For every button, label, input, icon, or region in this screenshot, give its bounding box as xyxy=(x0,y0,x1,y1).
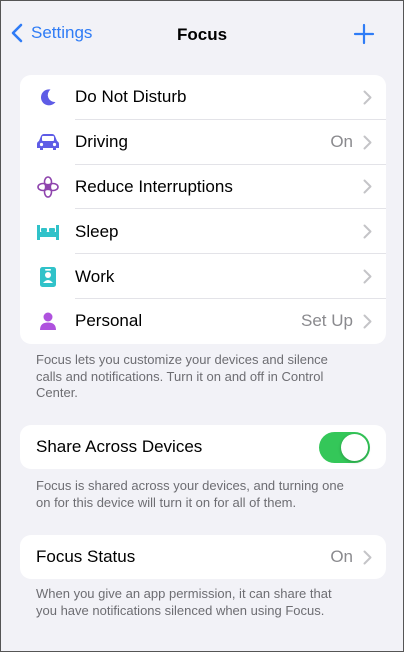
plus-icon xyxy=(353,23,375,45)
focus-status-label: Focus Status xyxy=(36,547,136,566)
focus-status-row[interactable]: Focus Status On xyxy=(20,535,386,579)
chevron-right-icon xyxy=(363,314,372,329)
focus-row-label: Personal xyxy=(75,311,143,331)
focus-row-personal[interactable]: Personal Set Up xyxy=(20,299,386,344)
share-across-devices-row: Share Across Devices xyxy=(20,425,386,469)
focus-row-driving[interactable]: Driving On xyxy=(20,120,386,165)
focus-row-label: Do Not Disturb xyxy=(75,87,187,107)
person-icon xyxy=(35,308,61,334)
chevron-right-icon xyxy=(363,550,372,565)
navigation-bar: Settings Focus xyxy=(1,1,403,71)
chevron-right-icon xyxy=(363,90,372,105)
chevron-right-icon xyxy=(363,179,372,194)
share-description: Focus is shared across your devices, and… xyxy=(36,478,344,510)
focus-row-label: Work xyxy=(75,266,115,286)
bed-icon xyxy=(35,219,61,245)
share-across-devices-label: Share Across Devices xyxy=(36,437,203,456)
focus-row-label: Reduce Interruptions xyxy=(75,176,233,196)
share-across-devices-toggle[interactable] xyxy=(319,431,370,463)
focus-row-sleep[interactable]: Sleep xyxy=(20,209,386,255)
car-icon xyxy=(35,129,61,155)
focus-description: Focus lets you customize your devices an… xyxy=(36,352,328,400)
focus-row-reduce-interruptions[interactable]: Reduce Interruptions xyxy=(20,165,386,210)
add-button[interactable] xyxy=(353,23,375,50)
focus-status-value: On xyxy=(330,547,353,566)
focus-row-label: Driving xyxy=(75,132,128,152)
focus-status-description: When you give an app permission, it can … xyxy=(36,586,332,618)
focus-row-value: On xyxy=(330,132,353,152)
focus-status-group: Focus Status On xyxy=(20,535,386,579)
focus-row-work[interactable]: Work xyxy=(20,254,386,299)
chevron-right-icon xyxy=(363,135,372,150)
chevron-right-icon xyxy=(363,224,372,239)
toggle-knob xyxy=(341,433,368,461)
chevron-right-icon xyxy=(363,269,372,284)
flower-icon xyxy=(35,174,61,200)
focus-modes-list: Do Not Disturb Driving On Reduce Interru… xyxy=(20,75,386,344)
badge-icon xyxy=(35,264,61,290)
moon-icon xyxy=(35,84,61,110)
focus-row-label: Sleep xyxy=(75,221,119,241)
focus-row-value: Set Up xyxy=(301,311,353,331)
page-title: Focus xyxy=(176,25,228,44)
focus-row-do-not-disturb[interactable]: Do Not Disturb xyxy=(20,75,386,120)
share-across-devices-group: Share Across Devices xyxy=(20,425,386,469)
